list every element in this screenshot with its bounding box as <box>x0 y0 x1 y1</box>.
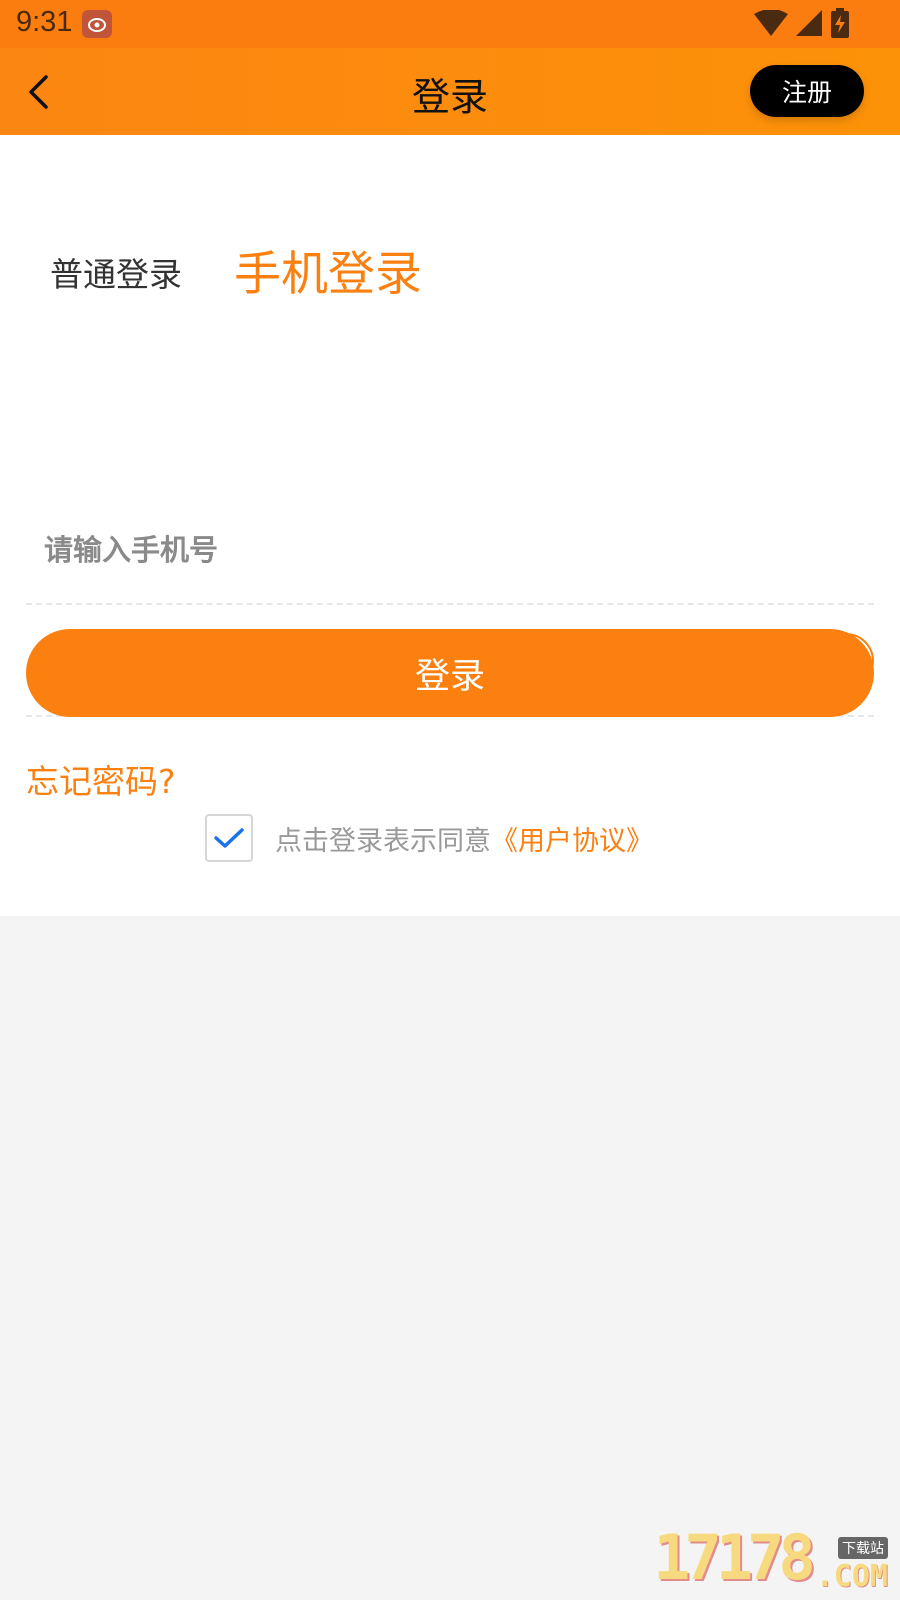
app-notification-icon <box>82 10 112 38</box>
user-agreement-link[interactable]: 《用户协议》 <box>491 819 653 858</box>
watermark-tag: 下载站 <box>838 1537 888 1559</box>
agreement-text: 点击登录表示同意 <box>275 825 491 857</box>
battery-charging-icon <box>831 8 849 38</box>
watermark-number: 17178 <box>653 1521 816 1594</box>
checkmark-icon <box>214 828 244 848</box>
agreement-row: 点击登录表示同意 《用户协议》 <box>205 813 653 863</box>
app-header: 登录 注册 <box>0 48 900 135</box>
signal-icon <box>796 10 822 36</box>
status-icons <box>754 8 850 38</box>
phone-field-row <box>26 495 874 605</box>
forgot-password-link[interactable]: 忘记密码? <box>26 755 176 803</box>
wifi-icon <box>754 10 788 36</box>
watermark-logo: 17178 下载站 .COM <box>653 1521 888 1594</box>
register-button[interactable]: 注册 <box>750 65 864 117</box>
status-time: 9:31 <box>16 6 73 38</box>
tab-normal-login[interactable]: 普通登录 <box>50 248 182 296</box>
login-button[interactable]: 登录 <box>26 629 874 717</box>
tab-phone-login[interactable]: 手机登录 <box>234 235 422 304</box>
agreement-checkbox[interactable] <box>205 814 253 862</box>
status-bar: 9:31 <box>0 0 900 48</box>
watermark-com: .COM <box>815 1559 888 1594</box>
phone-input[interactable] <box>44 525 644 575</box>
login-panel: 普通登录 手机登录 发送 登录 忘记密码? 点击登录表示同意 《用户协议》 <box>0 135 900 916</box>
